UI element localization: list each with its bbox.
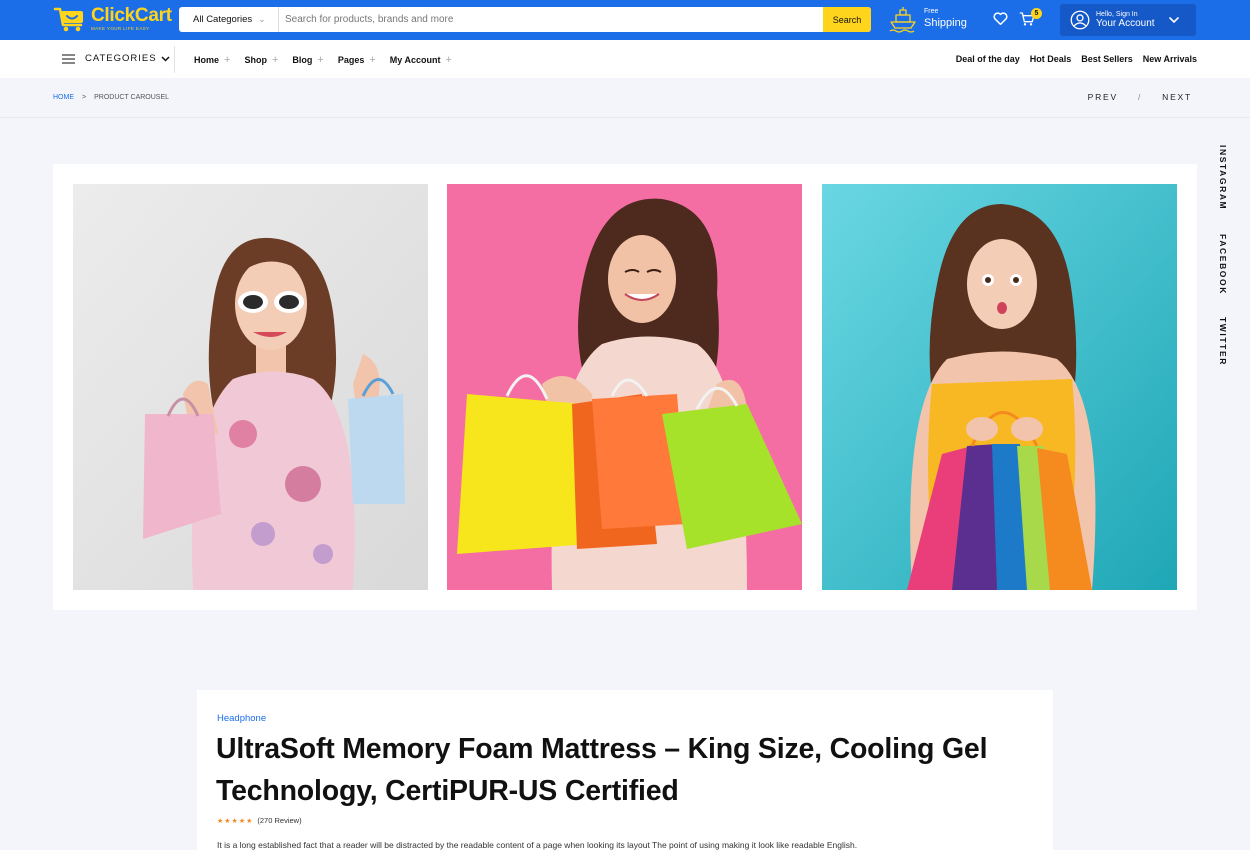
ship-icon xyxy=(889,7,916,33)
search-button[interactable]: Search xyxy=(823,7,871,32)
user-icon xyxy=(1070,10,1090,30)
menu-item-home[interactable]: Home + xyxy=(194,54,230,66)
logo-tagline: MAKE YOUR LIFE EASY xyxy=(91,26,150,32)
product-title: UltraSoft Memory Foam Mattress – King Si… xyxy=(216,733,988,807)
top-header: ClickCart MAKE YOUR LIFE EASY All Catego… xyxy=(0,0,1250,40)
wishlist-heart-icon[interactable] xyxy=(993,12,1008,25)
link-best-sellers[interactable]: Best Sellers xyxy=(1081,54,1133,64)
breadcrumb-separator: > xyxy=(82,94,87,101)
menu-item-label: Home xyxy=(194,55,220,65)
breadcrumb-bar: HOME > PRODUCT CAROUSEL PREV / NEXT xyxy=(0,78,1250,118)
carousel-slide-1[interactable] xyxy=(73,184,428,590)
product-category-link[interactable]: Headphone xyxy=(217,713,266,724)
search-input[interactable] xyxy=(279,7,823,32)
menu-item-label: Pages xyxy=(337,55,365,65)
shipping-line2: Shipping xyxy=(924,16,967,29)
product-rating: ★★★★★ (270 Review) xyxy=(217,816,302,825)
cart-count-badge: 5 xyxy=(1031,8,1042,19)
logo-name: ClickCart xyxy=(91,5,172,27)
carousel-slide-2[interactable] xyxy=(447,184,802,590)
prev-link[interactable]: PREV xyxy=(1088,92,1118,102)
category-select-label: All Categories xyxy=(193,14,253,25)
promo-links: Deal of the day Hot Deals Best Sellers N… xyxy=(956,54,1197,64)
menu-item-pages[interactable]: Pages + xyxy=(338,54,376,66)
search-bar: All Categories ⌄ Search xyxy=(179,7,871,32)
carousel-slide-3[interactable] xyxy=(822,184,1177,590)
instagram-link[interactable]: INSTAGRAM xyxy=(1218,145,1228,210)
account-greeting: Hello, Sign In xyxy=(1096,10,1138,18)
product-info: Headphone UltraSoft Memory Foam Mattress… xyxy=(197,690,1053,850)
cart-logo-icon xyxy=(53,7,83,32)
main-nav: CATEGORIES Home + Shop + Blog + Pages + My A… xyxy=(0,40,1250,78)
category-select[interactable]: All Categories ⌄ xyxy=(179,7,279,32)
menu-item-label: My Account xyxy=(389,55,441,65)
link-new-arrivals[interactable]: New Arrivals xyxy=(1143,54,1197,64)
shopping-woman-image xyxy=(73,184,428,590)
post-pager: PREV / NEXT xyxy=(1088,92,1192,102)
free-shipping: Free Shipping xyxy=(888,5,967,33)
plus-icon: + xyxy=(271,54,279,66)
product-carousel xyxy=(53,164,1197,610)
menu-item-label: Blog xyxy=(292,55,313,65)
categories-label: CATEGORIES xyxy=(85,53,157,64)
breadcrumb-current: PRODUCT CAROUSEL xyxy=(94,94,170,101)
account-button[interactable]: Hello, Sign In Your Account xyxy=(1060,4,1196,36)
pager-divider: / xyxy=(1137,92,1143,102)
link-deal-of-the-day[interactable]: Deal of the day xyxy=(956,54,1020,64)
shipping-line1: Free xyxy=(924,8,939,16)
star-rating-icon: ★★★★★ xyxy=(217,817,254,825)
menu-item-my-account[interactable]: My Account + xyxy=(390,54,452,66)
breadcrumb-home[interactable]: HOME xyxy=(53,94,74,101)
link-hot-deals[interactable]: Hot Deals xyxy=(1030,54,1072,64)
hamburger-icon xyxy=(62,53,75,64)
facebook-link[interactable]: FACEBOOK xyxy=(1218,234,1228,295)
chevron-down-icon: ⌄ xyxy=(258,14,266,24)
menu-item-blog[interactable]: Blog + xyxy=(292,54,323,66)
menu-item-shop[interactable]: Shop + xyxy=(244,54,278,66)
breadcrumb: HOME > PRODUCT CAROUSEL xyxy=(53,94,169,101)
divider xyxy=(174,46,175,73)
review-count[interactable]: (270 Review) xyxy=(257,816,301,825)
categories-button[interactable]: CATEGORIES xyxy=(62,53,170,64)
plus-icon: + xyxy=(317,54,324,66)
chevron-down-icon xyxy=(1168,16,1179,23)
shopping-woman-image xyxy=(822,184,1177,590)
account-label: Your Account xyxy=(1096,18,1155,30)
menu-item-label: Shop xyxy=(244,55,267,65)
twitter-link[interactable]: TWITTER xyxy=(1218,317,1228,366)
next-link[interactable]: NEXT xyxy=(1162,92,1192,102)
shopping-woman-image xyxy=(447,184,802,590)
logo[interactable]: ClickCart MAKE YOUR LIFE EASY xyxy=(53,5,172,33)
product-description: It is a long established fact that a rea… xyxy=(217,840,858,850)
menu: Home + Shop + Blog + Pages + My Account + xyxy=(194,54,466,66)
chevron-down-icon xyxy=(161,55,170,62)
plus-icon: + xyxy=(445,54,452,66)
plus-icon: + xyxy=(369,54,376,66)
plus-icon: + xyxy=(224,54,231,66)
